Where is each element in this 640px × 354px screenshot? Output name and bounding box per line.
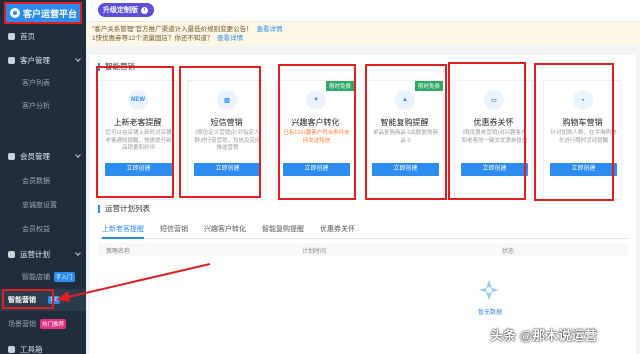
sidebar-item-label: 客户列表 <box>22 80 50 87</box>
upgrade-button[interactable]: 升级定制版 › <box>98 3 154 17</box>
chevron-down-icon <box>75 152 81 158</box>
empty-data-text: 暂无数据 <box>477 310 502 316</box>
nav-customer-mgmt[interactable]: 客户管理 <box>0 49 86 71</box>
sidebar-item-scene-marketing[interactable]: 场景营销 热门推荐 <box>0 313 86 335</box>
tab-interest[interactable]: 兴趣客户转化 <box>204 225 246 239</box>
brand-header[interactable]: 客户运营平台 <box>4 2 82 24</box>
sidebar-item-member-benefits[interactable]: 会员权益 <box>0 218 86 240</box>
chevron-down-icon <box>75 250 81 256</box>
sidebar-item-customer-analysis[interactable]: 客户分析 <box>0 95 86 117</box>
top-bar <box>86 0 640 22</box>
nav-home[interactable]: 首页 <box>0 25 86 47</box>
nav-toolbox-label: 工具箱 <box>20 344 43 354</box>
sidebar-item-customer-list[interactable]: 客户列表 <box>0 72 86 94</box>
sidebar-item-member-data[interactable]: 会员数据 <box>0 170 86 192</box>
highlight-box <box>179 66 261 198</box>
home-icon <box>8 32 15 40</box>
empty-data-icon <box>479 280 499 300</box>
sidebar-item-label: 场景营销 <box>8 321 36 328</box>
highlight-box <box>534 63 614 201</box>
sidebar-item-label: 会员数据 <box>22 178 50 185</box>
upgrade-label: 升级定制版 <box>103 7 138 14</box>
tab-coupon[interactable]: 优惠券关怀 <box>320 225 355 239</box>
nav-member-mgmt[interactable]: 会员管理 <box>0 145 86 167</box>
notice-line-1: "客户关系管理"官方推广渠道计入最低价规则变更公告！ <box>92 26 253 33</box>
nav-member-mgmt-label: 会员管理 <box>20 151 50 161</box>
notice-link-1[interactable]: 查看详情 <box>256 26 282 33</box>
sidebar-item-label: 客户分析 <box>22 103 50 110</box>
brand-logo-icon <box>10 8 20 18</box>
customer-icon <box>8 56 15 64</box>
main-panel: 智能营销 NEW 上新老客提醒 您可以在店铺上新时对店铺老客通知提醒，快速提升新品销… <box>90 55 636 354</box>
chevron-down-icon <box>75 56 81 62</box>
table-header: 策略名称 计划时间 状态 <box>98 243 628 256</box>
toolbox-icon <box>8 345 15 353</box>
highlight-box <box>2 289 54 309</box>
sidebar-item-loyalty-settings[interactable]: 忠诚度设置 <box>0 194 86 216</box>
arrow-icon: › <box>141 6 148 14</box>
hot-badge: 热门推荐 <box>40 319 67 329</box>
plan-tabs: 上新老客提醒 短信营销 兴趣客户转化 智能复购提醒 优惠券关怀 <box>98 225 628 239</box>
highlight-box <box>448 62 526 200</box>
highlight-box <box>365 64 447 200</box>
notice-line-2: 1快优惠券等12个流量固店？你还不知道？ <box>92 35 214 42</box>
sidebar-item-label: 会员权益 <box>22 226 50 233</box>
column-header: 策略名称 <box>106 249 131 255</box>
annotation-arrow <box>56 263 211 302</box>
nav-toolbox[interactable]: 工具箱 <box>0 338 86 354</box>
tab-sms[interactable]: 短信营销 <box>160 225 188 239</box>
sidebar-item-label: 忠诚度设置 <box>22 202 57 209</box>
column-header: 计划时间 <box>302 249 327 255</box>
tab-new-arrival[interactable]: 上新老客提醒 <box>102 225 144 239</box>
notice-banner: "客户关系管理"官方推广渠道计入最低价规则变更公告！ 查看详情 1快优惠券等12… <box>86 22 640 46</box>
column-header: 状态 <box>502 249 515 255</box>
nav-home-label: 首页 <box>20 31 35 41</box>
highlight-box <box>96 66 174 198</box>
brand-title: 客户运营平台 <box>23 8 78 19</box>
highlight-box <box>278 64 356 200</box>
member-icon <box>8 152 15 160</box>
sidebar-item-label: 智能店铺 <box>22 274 50 281</box>
section-title-plans: 运营计划列表 <box>98 205 150 213</box>
watermark: 头条 @那木说运营 <box>490 328 598 343</box>
nav-customer-mgmt-label: 客户管理 <box>20 55 50 65</box>
plan-icon <box>8 250 15 258</box>
notice-link-2[interactable]: 查看详情 <box>217 35 243 42</box>
nav-ops-plan-label: 运营计划 <box>20 249 50 259</box>
tab-repurchase[interactable]: 智能复购提醒 <box>262 225 304 239</box>
